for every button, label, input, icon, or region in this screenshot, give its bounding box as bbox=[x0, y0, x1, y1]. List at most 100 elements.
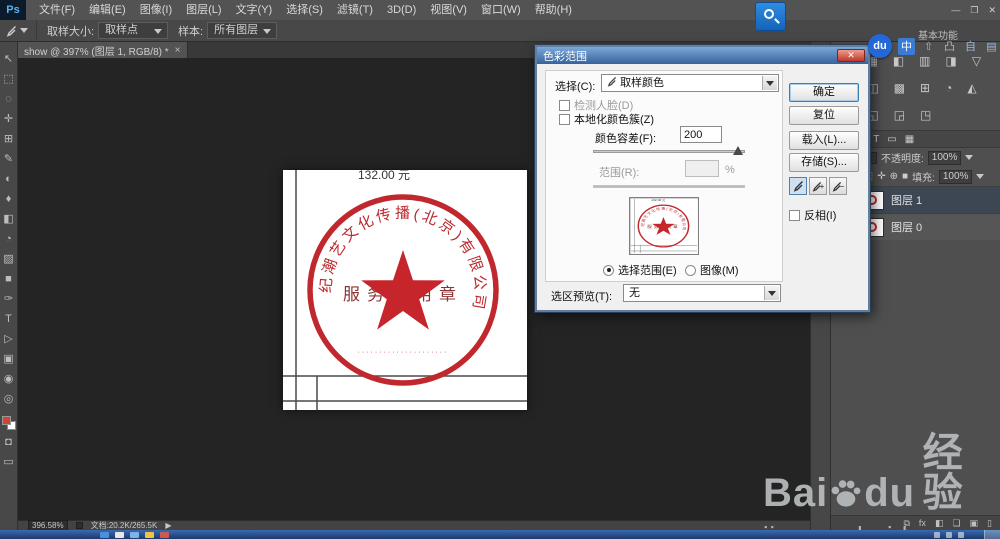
document-image[interactable] bbox=[283, 170, 527, 410]
selection-preview-thumbnail[interactable] bbox=[629, 197, 699, 255]
properties-panel-icon[interactable]: ▩ bbox=[894, 81, 905, 95]
ime-board-icon[interactable]: ▤ bbox=[984, 38, 999, 54]
tool-eraser[interactable]: ▨ bbox=[1, 252, 17, 267]
tool-history-brush[interactable]: ◔ bbox=[1, 232, 17, 247]
menu-edit[interactable]: 编辑(E) bbox=[82, 0, 133, 20]
filter-smart-icon[interactable]: ▦ bbox=[905, 134, 914, 145]
eyedropper-icon bbox=[793, 181, 803, 192]
lock-pixels-icon[interactable]: ⊕ bbox=[890, 171, 898, 182]
invert-checkbox[interactable]: 反相(I) bbox=[789, 207, 836, 223]
filter-shape-icon[interactable]: ▭ bbox=[887, 134, 896, 145]
menu-type[interactable]: 文字(Y) bbox=[229, 0, 280, 20]
color-swatches[interactable] bbox=[1, 416, 16, 430]
ime-chinese-mode[interactable]: 中 bbox=[898, 37, 915, 55]
selection-radio[interactable]: 选择范围(E) bbox=[603, 262, 677, 278]
tool-pen[interactable]: ✑ bbox=[1, 292, 17, 307]
image-radio[interactable]: 图像(M) bbox=[685, 262, 739, 278]
menu-image[interactable]: 图像(I) bbox=[133, 0, 179, 20]
quick-mask-icon[interactable]: ◘ bbox=[1, 435, 17, 450]
eyedropper-tool-preset[interactable] bbox=[0, 20, 37, 41]
tray-icon[interactable] bbox=[946, 531, 952, 538]
tool-brush[interactable]: ♦ bbox=[1, 192, 17, 207]
tab-close-icon[interactable]: × bbox=[175, 45, 181, 56]
minimize-icon[interactable]: — bbox=[951, 5, 960, 15]
close-icon[interactable]: ✕ bbox=[988, 5, 996, 16]
reset-button[interactable]: 复位 bbox=[789, 106, 859, 125]
fuzziness-slider[interactable] bbox=[593, 146, 745, 156]
taskbar-folder-icon[interactable] bbox=[145, 531, 154, 538]
tool-gradient[interactable]: ■ bbox=[1, 272, 17, 287]
taskbar-app-icon[interactable] bbox=[100, 531, 109, 538]
taskbar-clock-area[interactable] bbox=[984, 530, 1000, 539]
tool-quick-selection[interactable]: ✛ bbox=[1, 112, 17, 127]
document-tab[interactable]: show @ 397% (图层 1, RGB/8) * × bbox=[18, 42, 188, 58]
taskbar-app-icon[interactable] bbox=[130, 531, 139, 538]
select-dropdown[interactable]: 取样颜色 bbox=[601, 74, 779, 92]
photoshop-logo[interactable]: Ps bbox=[0, 0, 26, 20]
tool-clone-stamp[interactable]: ◧ bbox=[1, 212, 17, 227]
menu-view[interactable]: 视图(V) bbox=[423, 0, 474, 20]
save-button[interactable]: 存储(S)... bbox=[789, 153, 859, 172]
restore-icon[interactable]: ❐ bbox=[970, 5, 978, 16]
menu-layer[interactable]: 图层(L) bbox=[179, 0, 228, 20]
dialog-titlebar[interactable]: 色彩范围 bbox=[537, 47, 868, 64]
menu-help[interactable]: 帮助(H) bbox=[528, 0, 579, 20]
ime-shift-icon[interactable]: ⇧ bbox=[921, 38, 936, 54]
tool-crop[interactable]: ⊞ bbox=[1, 132, 17, 147]
eyedropper-button[interactable] bbox=[789, 177, 807, 195]
opacity-value[interactable]: 100% bbox=[927, 150, 962, 165]
foreground-color-swatch[interactable] bbox=[1, 416, 11, 425]
dropdown-arrow[interactable] bbox=[762, 76, 777, 90]
ok-button[interactable]: 确定 bbox=[789, 83, 859, 102]
status-arrow-icon[interactable]: ▶ bbox=[165, 521, 171, 530]
tool-healing-brush[interactable]: ◐ bbox=[1, 172, 17, 187]
load-button[interactable]: 载入(L)... bbox=[789, 131, 859, 150]
menu-filter[interactable]: 滤镜(T) bbox=[330, 0, 380, 20]
filter-type-icon[interactable]: T bbox=[873, 134, 879, 145]
menu-file[interactable]: 文件(F) bbox=[32, 0, 82, 20]
tool-marquee[interactable]: ⬚ bbox=[1, 72, 17, 87]
ime-punct-icon[interactable]: 自 bbox=[963, 38, 978, 54]
fill-label: 填充: bbox=[912, 173, 935, 184]
layer-name[interactable]: 图层 1 bbox=[891, 192, 922, 208]
baidu-du-logo[interactable]: du bbox=[868, 34, 892, 58]
opacity-label: 不透明度: bbox=[881, 154, 924, 165]
slider-thumb[interactable] bbox=[733, 146, 743, 155]
lock-position-icon[interactable]: ✛ bbox=[877, 171, 885, 182]
tool-move[interactable]: ↖ bbox=[1, 52, 17, 67]
subtract-from-sample-button[interactable]: − bbox=[829, 177, 847, 195]
menu-window[interactable]: 窗口(W) bbox=[474, 0, 528, 20]
tool-path-selection[interactable]: ▷ bbox=[1, 332, 17, 347]
dialog-close-button[interactable]: ✕ bbox=[837, 49, 865, 62]
localized-clusters-checkbox[interactable]: 本地化颜色簇(Z) bbox=[559, 111, 654, 127]
selection-preview-dropdown[interactable]: 无 bbox=[623, 284, 781, 302]
tray-icon[interactable] bbox=[958, 531, 964, 538]
tool-lasso[interactable]: ◌ bbox=[1, 92, 17, 107]
taskbar-app-icon[interactable] bbox=[160, 531, 169, 538]
tool-hand[interactable]: ◉ bbox=[1, 372, 17, 387]
menu-3d[interactable]: 3D(D) bbox=[380, 0, 423, 20]
sample-size-dropdown[interactable]: 取样点 bbox=[98, 22, 169, 39]
tray-icon[interactable] bbox=[934, 531, 940, 538]
screen-mode-icon[interactable]: ▭ bbox=[1, 455, 17, 470]
fuzziness-input[interactable] bbox=[680, 126, 722, 143]
menu-select[interactable]: 选择(S) bbox=[279, 0, 330, 20]
lock-all-icon[interactable]: ■ bbox=[902, 171, 908, 182]
brush-panel-icon[interactable]: ◭ bbox=[967, 81, 976, 95]
clock-panel-icon[interactable]: ◔ bbox=[945, 81, 952, 95]
navigator-panel-icon[interactable]: ⊞ bbox=[920, 81, 930, 95]
fill-value[interactable]: 100% bbox=[938, 169, 973, 184]
tool-zoom[interactable]: ◎ bbox=[1, 392, 17, 407]
ime-fullhalf-icon[interactable]: 凸 bbox=[942, 38, 957, 54]
layer-name[interactable]: 图层 0 bbox=[891, 219, 922, 235]
search-button[interactable] bbox=[755, 2, 786, 31]
add-to-sample-button[interactable]: + bbox=[809, 177, 827, 195]
dropdown-arrow[interactable] bbox=[764, 286, 779, 300]
sample-layers-dropdown[interactable]: 所有图层 bbox=[207, 22, 278, 39]
actions-panel-icon[interactable]: ◲ bbox=[894, 108, 905, 122]
tool-shape[interactable]: ▣ bbox=[1, 352, 17, 367]
taskbar-app-icon[interactable] bbox=[115, 531, 124, 538]
tool-eyedropper[interactable]: ✎ bbox=[1, 152, 17, 167]
tool-type[interactable]: T bbox=[1, 312, 17, 327]
tonecurve-panel-icon[interactable]: ◳ bbox=[920, 108, 931, 122]
